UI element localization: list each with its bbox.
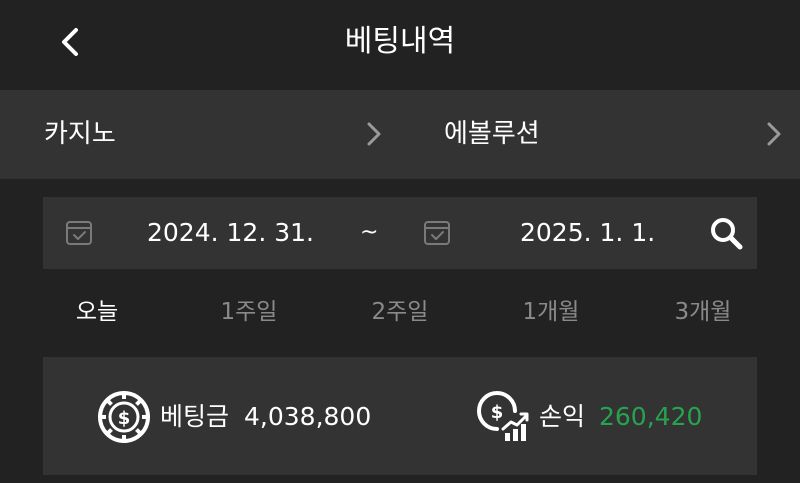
period-tab-2weeks[interactable]: 2주일 — [340, 290, 460, 334]
page-title: 베팅내역 — [344, 24, 456, 59]
period-tab-today[interactable]: 오늘 — [37, 290, 157, 334]
calendar-icon[interactable] — [65, 219, 93, 247]
date-range-bar: 2024. 12. 31. ~ 2025. 1. 1. — [43, 197, 757, 269]
game-selector-bar: 카지노 에볼루션 — [0, 90, 800, 179]
period-tab-3months[interactable]: 3개월 — [643, 290, 763, 334]
search-icon[interactable] — [708, 215, 744, 251]
profit-value: 260,420 — [599, 402, 703, 431]
bet-amount-value: 4,038,800 — [244, 402, 372, 431]
calendar-icon[interactable] — [423, 219, 451, 247]
period-tab-1week[interactable]: 1주일 — [189, 290, 309, 334]
start-date-field[interactable]: 2024. 12. 31. — [147, 215, 314, 251]
betting-summary-panel: $ 베팅금 4,038,800 $ 손익 260,420 — [43, 357, 757, 475]
chevron-right-icon — [367, 122, 381, 146]
provider-selector-label: 에볼루션 — [444, 119, 540, 149]
profit-label: 손익 — [539, 402, 586, 431]
period-tab-1month[interactable]: 1개월 — [491, 290, 611, 334]
end-date-field[interactable]: 2025. 1. 1. — [520, 215, 655, 251]
header-bar: 베팅내역 — [0, 0, 800, 90]
chevron-right-icon — [767, 122, 781, 146]
category-selector[interactable]: 카지노 — [0, 90, 400, 179]
dollar-growth-icon: $ — [477, 391, 529, 441]
svg-text:$: $ — [118, 408, 131, 429]
date-range-separator: ~ — [360, 220, 379, 245]
period-filter-tabs: 오늘 1주일 2주일 1개월 3개월 — [43, 290, 757, 334]
svg-text:$: $ — [491, 402, 504, 423]
casino-chip-icon: $ — [98, 391, 150, 443]
category-selector-label: 카지노 — [44, 119, 116, 149]
provider-selector[interactable]: 에볼루션 — [400, 90, 800, 179]
bet-amount-label: 베팅금 — [160, 402, 230, 431]
